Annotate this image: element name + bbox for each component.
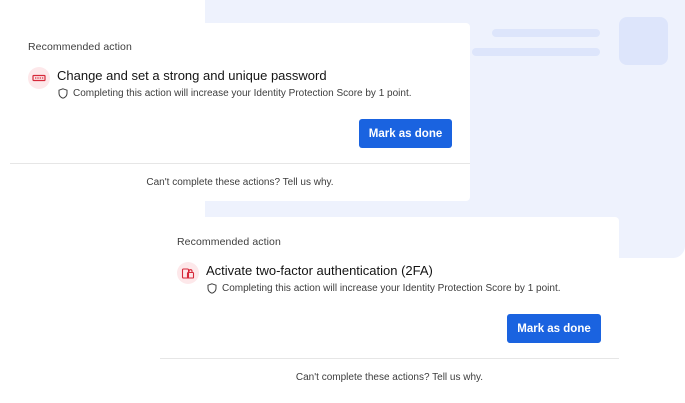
card-title: Change and set a strong and unique passw… (57, 68, 327, 83)
lock-devices-icon (177, 262, 199, 284)
score-note: Completing this action will increase you… (207, 283, 561, 294)
recommended-action-card-2fa: Recommended action Activate two-factor a… (160, 217, 619, 403)
card-title: Activate two-factor authentication (2FA) (206, 263, 433, 278)
feedback-link[interactable]: Can't complete these actions? Tell us wh… (160, 372, 619, 383)
card-divider (10, 163, 470, 164)
score-note: Completing this action will increase you… (58, 88, 412, 99)
stage: Recommended action Change and set a stro… (0, 0, 685, 403)
card-eyebrow: Recommended action (177, 236, 281, 248)
password-icon (28, 67, 50, 89)
recommended-action-card-password: Recommended action Change and set a stro… (0, 23, 470, 201)
card-eyebrow: Recommended action (28, 41, 132, 53)
background-placeholder-line (492, 29, 600, 37)
background-placeholder-avatar (619, 17, 668, 65)
shield-icon (207, 283, 217, 294)
feedback-link[interactable]: Can't complete these actions? Tell us wh… (0, 177, 480, 188)
mark-as-done-button[interactable]: Mark as done (359, 119, 452, 148)
card-divider (160, 358, 619, 359)
mark-as-done-button[interactable]: Mark as done (507, 314, 601, 343)
score-note-text: Completing this action will increase you… (73, 88, 412, 99)
shield-icon (58, 88, 68, 99)
score-note-text: Completing this action will increase you… (222, 283, 561, 294)
background-placeholder-line (472, 48, 600, 56)
